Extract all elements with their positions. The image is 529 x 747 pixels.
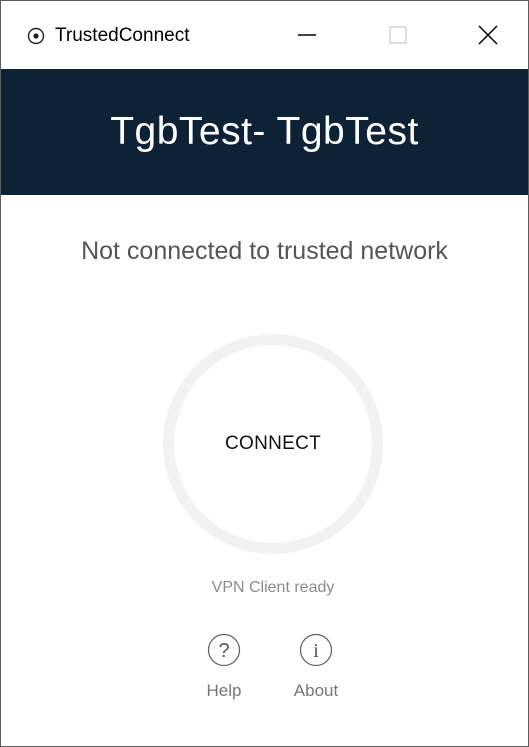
profile-header: TgbTest- TgbTest xyxy=(1,69,528,195)
maximize-button[interactable] xyxy=(358,1,438,69)
svg-text:?: ? xyxy=(218,640,229,662)
help-button[interactable]: ? Help xyxy=(189,633,259,713)
close-button[interactable] xyxy=(448,1,528,69)
app-window: TrustedConnect TgbTest- TgbTest Not conn… xyxy=(0,0,529,747)
connect-button[interactable]: CONNECT xyxy=(163,334,383,554)
title-bar[interactable]: TrustedConnect xyxy=(1,1,528,69)
vpn-status-text: VPN Client ready xyxy=(211,579,335,596)
svg-text:i: i xyxy=(313,640,319,662)
about-button[interactable]: i About xyxy=(281,633,351,713)
about-label: About xyxy=(293,681,339,700)
close-icon xyxy=(478,25,498,45)
question-circle-icon: ? xyxy=(207,633,241,667)
help-label: Help xyxy=(206,681,242,700)
minimize-icon xyxy=(298,34,316,36)
window-title: TrustedConnect xyxy=(55,25,190,46)
minimize-button[interactable] xyxy=(267,1,347,69)
profile-title: TgbTest- TgbTest xyxy=(110,110,419,153)
info-circle-icon: i xyxy=(299,633,333,667)
connect-label: CONNECT xyxy=(224,433,322,454)
target-circle-icon xyxy=(27,27,45,45)
maximize-icon xyxy=(389,26,407,44)
network-status-text: Not connected to trusted network xyxy=(81,237,448,265)
